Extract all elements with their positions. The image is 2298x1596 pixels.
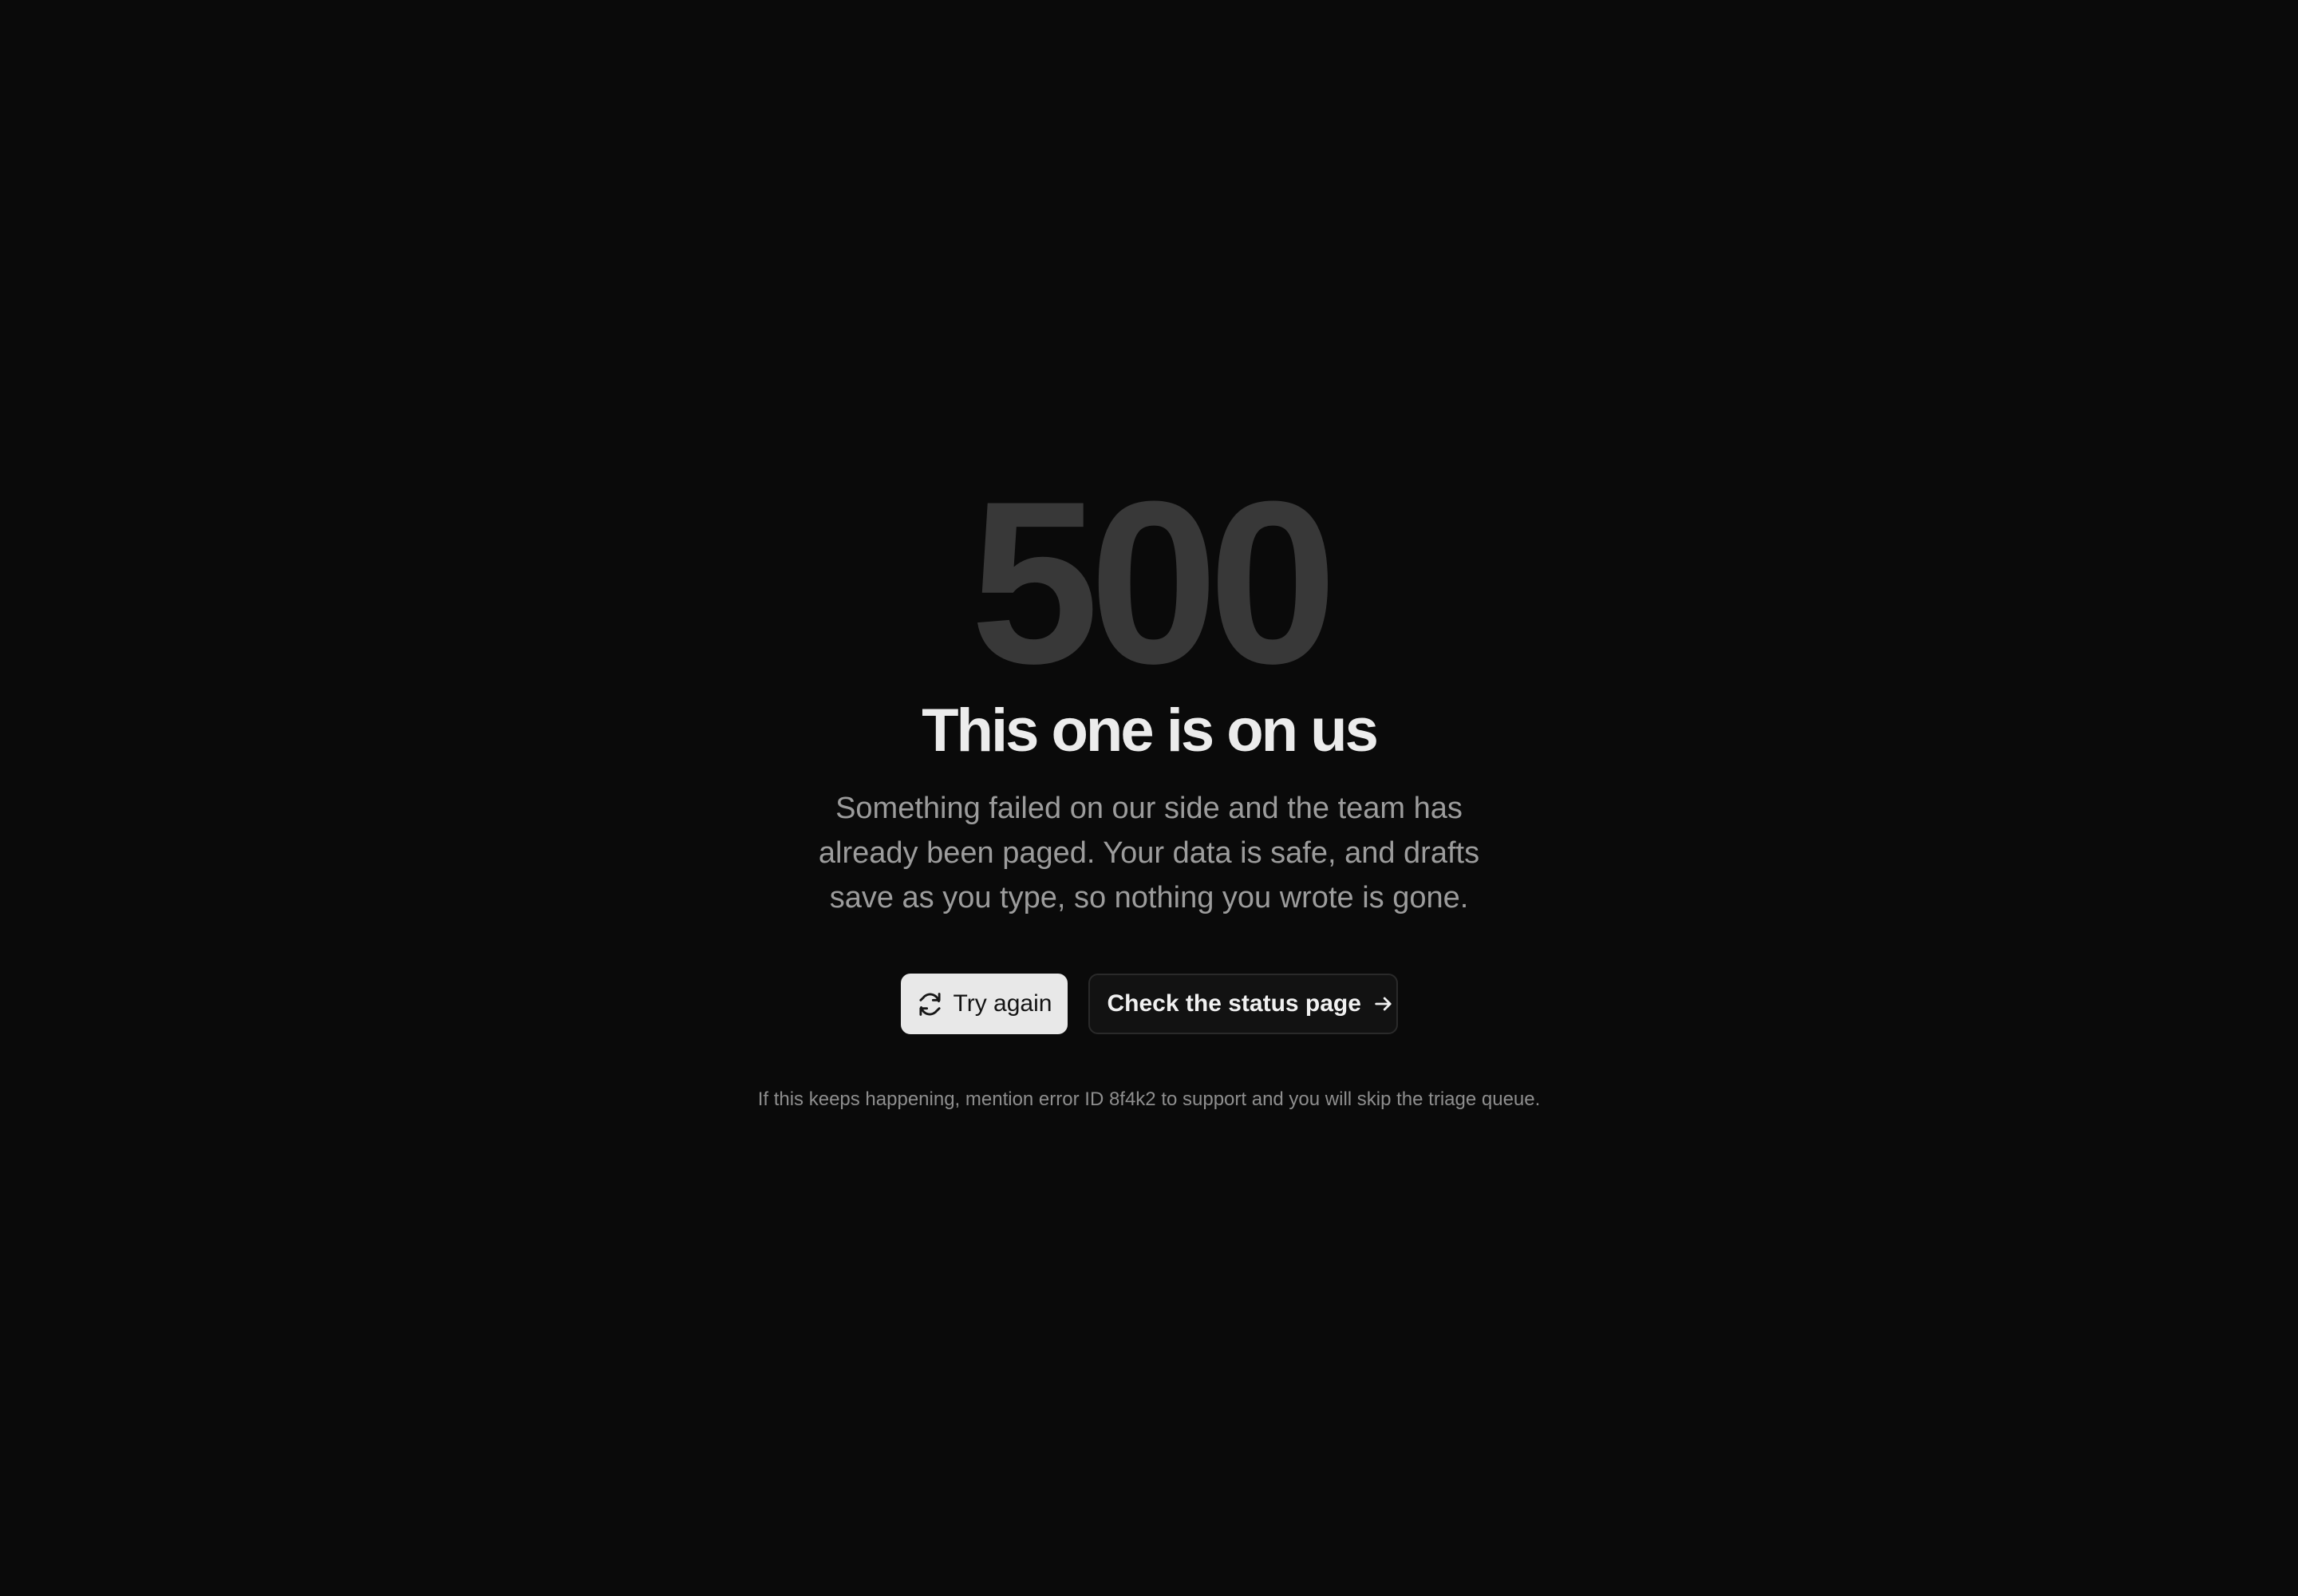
error-page: 500 This one is on us Something failed o… xyxy=(0,0,2298,1596)
error-title: This one is on us xyxy=(922,697,1379,764)
error-message: Something failed on our side and the tea… xyxy=(818,792,1480,915)
status-page-label: Check the status page xyxy=(1107,990,1361,1017)
support-footnote: If this keeps happening, mention error I… xyxy=(757,1088,1541,1110)
error-code: 500 xyxy=(970,453,1337,712)
refresh-icon xyxy=(918,992,942,1017)
try-again-label: Try again xyxy=(953,990,1052,1017)
error-actions: Try again Check the status page xyxy=(0,974,2298,1034)
status-page-button[interactable]: Check the status page xyxy=(1088,974,1398,1034)
arrow-right-icon xyxy=(1372,993,1395,1015)
try-again-button[interactable]: Try again xyxy=(900,974,1068,1034)
